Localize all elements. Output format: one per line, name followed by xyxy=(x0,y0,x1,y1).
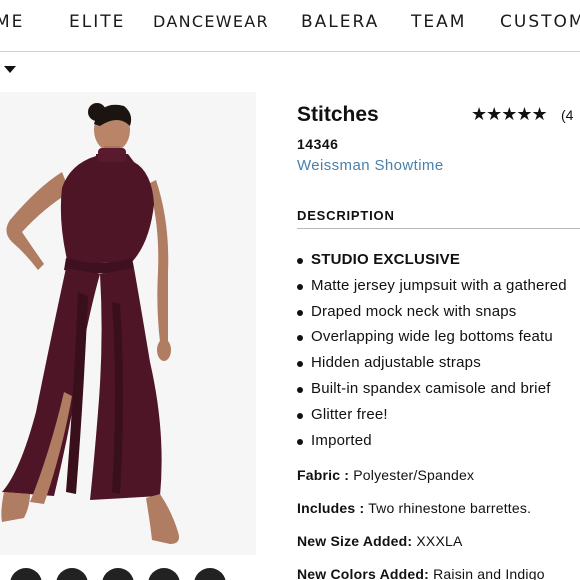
list-item: Glitter free! xyxy=(297,406,580,432)
list-item: STUDIO EXCLUSIVE xyxy=(297,251,580,277)
spec-label: New Size Added: xyxy=(297,533,413,549)
nav-item-balera[interactable]: BALERA xyxy=(301,12,379,32)
spec-value: Two rhinestone barrettes. xyxy=(364,500,532,516)
spec-value: XXXLA xyxy=(412,533,463,549)
nav-item-custom[interactable]: CUSTOM xyxy=(500,12,580,32)
spec-label: New Colors Added: xyxy=(297,566,429,580)
description-divider xyxy=(297,228,580,229)
color-swatch[interactable] xyxy=(148,568,180,580)
nav-item-dancewear[interactable]: DANCEWEAR xyxy=(153,12,269,31)
spec-includes: Includes : Two rhinestone barrettes. xyxy=(297,500,531,516)
product-image[interactable] xyxy=(0,92,256,555)
product-title: Stitches xyxy=(297,103,379,126)
list-item: Built-in spandex camisole and brief xyxy=(297,380,580,406)
product-photo-illustration xyxy=(0,92,256,555)
nav-item-partial[interactable]: IME xyxy=(0,12,24,32)
spec-value: Raisin and Indigo xyxy=(429,566,545,580)
spec-label: Includes : xyxy=(297,500,365,516)
list-item: Overlapping wide leg bottoms featu xyxy=(297,328,580,354)
garment-bodice xyxy=(60,154,154,264)
spec-label: Fabric : xyxy=(297,467,350,483)
description-heading: DESCRIPTION xyxy=(297,208,395,223)
list-item: Matte jersey jumpsuit with a gathered xyxy=(297,277,580,303)
spec-fabric: Fabric : Polyester/Spandex xyxy=(297,467,474,483)
list-item: Draped mock neck with snaps xyxy=(297,303,580,329)
spec-new-colors: New Colors Added: Raisin and Indigo xyxy=(297,566,545,580)
product-sku: 14346 xyxy=(297,136,339,152)
color-swatch[interactable] xyxy=(194,568,226,580)
color-swatch[interactable] xyxy=(10,568,42,580)
top-navigation: IME ELITE DANCEWEAR BALERA TEAM CUSTOM xyxy=(0,0,580,52)
nav-item-team[interactable]: TEAM xyxy=(411,12,466,32)
rating-count[interactable]: (4 xyxy=(561,107,573,123)
list-item: Imported xyxy=(297,432,580,458)
spec-new-size: New Size Added: XXXLA xyxy=(297,533,463,549)
caret-down-icon[interactable] xyxy=(4,66,16,73)
color-swatch[interactable] xyxy=(56,568,88,580)
nav-item-elite[interactable]: ELITE xyxy=(69,12,125,32)
star-rating-icons[interactable]: ★★★★★ xyxy=(471,104,548,125)
color-swatch[interactable] xyxy=(102,568,134,580)
brand-link[interactable]: Weissman Showtime xyxy=(297,157,444,174)
spec-value: Polyester/Spandex xyxy=(349,467,475,483)
color-swatches xyxy=(0,568,256,580)
list-item: Hidden adjustable straps xyxy=(297,354,580,380)
description-list: STUDIO EXCLUSIVE Matte jersey jumpsuit w… xyxy=(297,251,580,457)
